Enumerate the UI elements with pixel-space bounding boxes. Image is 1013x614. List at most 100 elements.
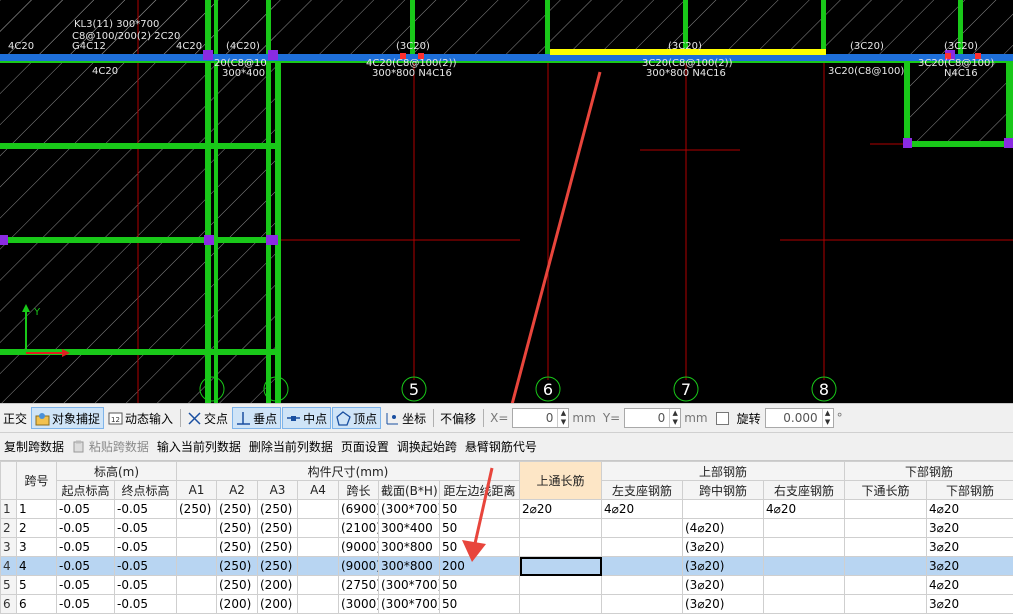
col-section[interactable]: 截面(B*H)	[379, 481, 440, 500]
grid-cell-a1[interactable]	[177, 519, 217, 538]
grid-cell-mid[interactable]	[683, 500, 764, 519]
grid-cell-no[interactable]: 1	[17, 500, 57, 519]
grid-cell-no[interactable]: 2	[17, 519, 57, 538]
grid-cell-dist[interactable]: 50	[440, 595, 520, 614]
grid-cell-a2[interactable]: (250)	[217, 557, 258, 576]
grid-cell-start[interactable]: -0.05	[57, 576, 115, 595]
grid-cell-a4[interactable]	[298, 538, 339, 557]
row-header-cell[interactable]: 5	[1, 576, 17, 595]
grid-cell-a2[interactable]: (250)	[217, 500, 258, 519]
col-left-support[interactable]: 左支座钢筋	[602, 481, 683, 500]
grid-cell-right[interactable]: 4⌀20	[764, 500, 845, 519]
grid-cell-mid[interactable]: (3⌀20)	[683, 576, 764, 595]
grid-cell-a1[interactable]	[177, 557, 217, 576]
cad-drawing-canvas[interactable]: KL3(11) 300*700 C8@100/200(2) 2C20 G4C12…	[0, 0, 1013, 403]
grid-cell-mid[interactable]: (4⌀20)	[683, 519, 764, 538]
grid-cell-a2[interactable]: (250)	[217, 519, 258, 538]
vertex-snap[interactable]: 顶点	[332, 407, 381, 429]
grid-cell-top[interactable]	[520, 519, 602, 538]
span-data-grid[interactable]: 跨号 标高(m) 构件尺寸(mm) 上通长筋 上部钢筋 下部钢筋 起点标高 终点…	[0, 461, 1013, 614]
col-a4[interactable]: A4	[298, 481, 339, 500]
grid-cell-btm[interactable]: 4⌀20	[927, 500, 1013, 519]
grid-cell-left[interactable]	[602, 576, 683, 595]
grid-cell-a3[interactable]: (200)	[258, 595, 298, 614]
no-offset-option[interactable]: 不偏移	[437, 407, 479, 429]
grid-cell-right[interactable]	[764, 576, 845, 595]
midpoint-snap[interactable]: 中点	[282, 407, 331, 429]
grid-cell-btm_thru[interactable]	[845, 576, 927, 595]
intersection-snap[interactable]: 交点	[184, 407, 231, 429]
grid-cell-len[interactable]: (2750)	[339, 576, 379, 595]
grid-cell-a4[interactable]	[298, 595, 339, 614]
grid-cell-left[interactable]	[602, 595, 683, 614]
grid-cell-mid[interactable]: (3⌀20)	[683, 595, 764, 614]
grid-cell-btm_thru[interactable]	[845, 557, 927, 576]
grid-cell-dist[interactable]: 50	[440, 519, 520, 538]
row-header-cell[interactable]: 1	[1, 500, 17, 519]
grid-cell-start[interactable]: -0.05	[57, 538, 115, 557]
col-bottom-rebar[interactable]: 下部钢筋	[927, 481, 1013, 500]
grid-cell-end[interactable]: -0.05	[115, 500, 177, 519]
grid-cell-a1[interactable]	[177, 538, 217, 557]
page-setup-button[interactable]: 页面设置	[337, 438, 393, 455]
table-row[interactable]: 44-0.05-0.05(250)(250)(9000)300*800200(3…	[1, 557, 1013, 576]
grid-cell-sec[interactable]: 300*800	[379, 538, 440, 557]
grid-cell-right[interactable]	[764, 595, 845, 614]
grid-cell-sec[interactable]: 300*400	[379, 519, 440, 538]
grid-cell-sec[interactable]: (300*700)	[379, 576, 440, 595]
grid-cell-a3[interactable]: (250)	[258, 500, 298, 519]
rotate-checkbox[interactable]	[716, 412, 729, 425]
grid-cell-a4[interactable]	[298, 519, 339, 538]
grid-cell-top[interactable]	[520, 595, 602, 614]
grid-cell-top[interactable]	[520, 557, 602, 576]
cantilever-code-button[interactable]: 悬臂钢筋代号	[461, 438, 541, 455]
grid-cell-a2[interactable]: (250)	[217, 538, 258, 557]
grid-cell-dist[interactable]: 50	[440, 576, 520, 595]
grid-cell-len[interactable]: (2100)	[339, 519, 379, 538]
col-top-through[interactable]: 上通长筋	[520, 462, 602, 500]
grid-cell-btm_thru[interactable]	[845, 519, 927, 538]
grid-cell-btm_thru[interactable]	[845, 595, 927, 614]
grid-cell-end[interactable]: -0.05	[115, 538, 177, 557]
grid-cell-a3[interactable]: (250)	[258, 519, 298, 538]
grid-cell-top[interactable]	[520, 538, 602, 557]
grid-cell-end[interactable]: -0.05	[115, 595, 177, 614]
grid-cell-a1[interactable]	[177, 576, 217, 595]
grid-cell-sec[interactable]: 300*800	[379, 557, 440, 576]
grid-cell-a4[interactable]	[298, 557, 339, 576]
col-end-elev[interactable]: 终点标高	[115, 481, 177, 500]
col-start-elev[interactable]: 起点标高	[57, 481, 115, 500]
col-right-support[interactable]: 右支座钢筋	[764, 481, 845, 500]
copy-span-data-button[interactable]: 复制跨数据	[0, 438, 68, 455]
x-offset-input[interactable]: 0 ▲▼	[512, 408, 569, 428]
table-row[interactable]: 33-0.05-0.05(250)(250)(9000)300*80050(3⌀…	[1, 538, 1013, 557]
grid-cell-dist[interactable]: 200	[440, 557, 520, 576]
grid-cell-a4[interactable]	[298, 576, 339, 595]
grid-cell-btm[interactable]: 3⌀20	[927, 595, 1013, 614]
table-row[interactable]: 22-0.05-0.05(250)(250)(2100)300*40050(4⌀…	[1, 519, 1013, 538]
grid-cell-start[interactable]: -0.05	[57, 500, 115, 519]
swap-start-span-button[interactable]: 调换起始跨	[393, 438, 461, 455]
object-snap-toggle[interactable]: 对象捕捉	[31, 407, 104, 429]
grid-cell-mid[interactable]: (3⌀20)	[683, 538, 764, 557]
y-offset-input[interactable]: 0 ▲▼	[624, 408, 681, 428]
col-a1[interactable]: A1	[177, 481, 217, 500]
grid-cell-len[interactable]: (9000)	[339, 538, 379, 557]
col-span-length[interactable]: 跨长	[339, 481, 379, 500]
perpendicular-snap[interactable]: 垂点	[232, 407, 281, 429]
grid-cell-top[interactable]	[520, 576, 602, 595]
grid-cell-sec[interactable]: (300*700)	[379, 500, 440, 519]
coordinate-snap[interactable]: 坐标	[382, 407, 429, 429]
row-header-cell[interactable]: 6	[1, 595, 17, 614]
table-row[interactable]: 11-0.05-0.05(250)(250)(250)(6900)(300*70…	[1, 500, 1013, 519]
grid-cell-no[interactable]: 3	[17, 538, 57, 557]
grid-cell-a2[interactable]: (250)	[217, 576, 258, 595]
grid-cell-top[interactable]: 2⌀20	[520, 500, 602, 519]
x-spinner-icon[interactable]: ▲▼	[557, 409, 568, 427]
grid-cell-len[interactable]: (6900)	[339, 500, 379, 519]
row-header-cell[interactable]: 3	[1, 538, 17, 557]
table-row[interactable]: 55-0.05-0.05(250)(200)(2750)(300*700)50(…	[1, 576, 1013, 595]
grid-cell-no[interactable]: 6	[17, 595, 57, 614]
grid-cell-a3[interactable]: (250)	[258, 538, 298, 557]
col-mid-span[interactable]: 跨中钢筋	[683, 481, 764, 500]
